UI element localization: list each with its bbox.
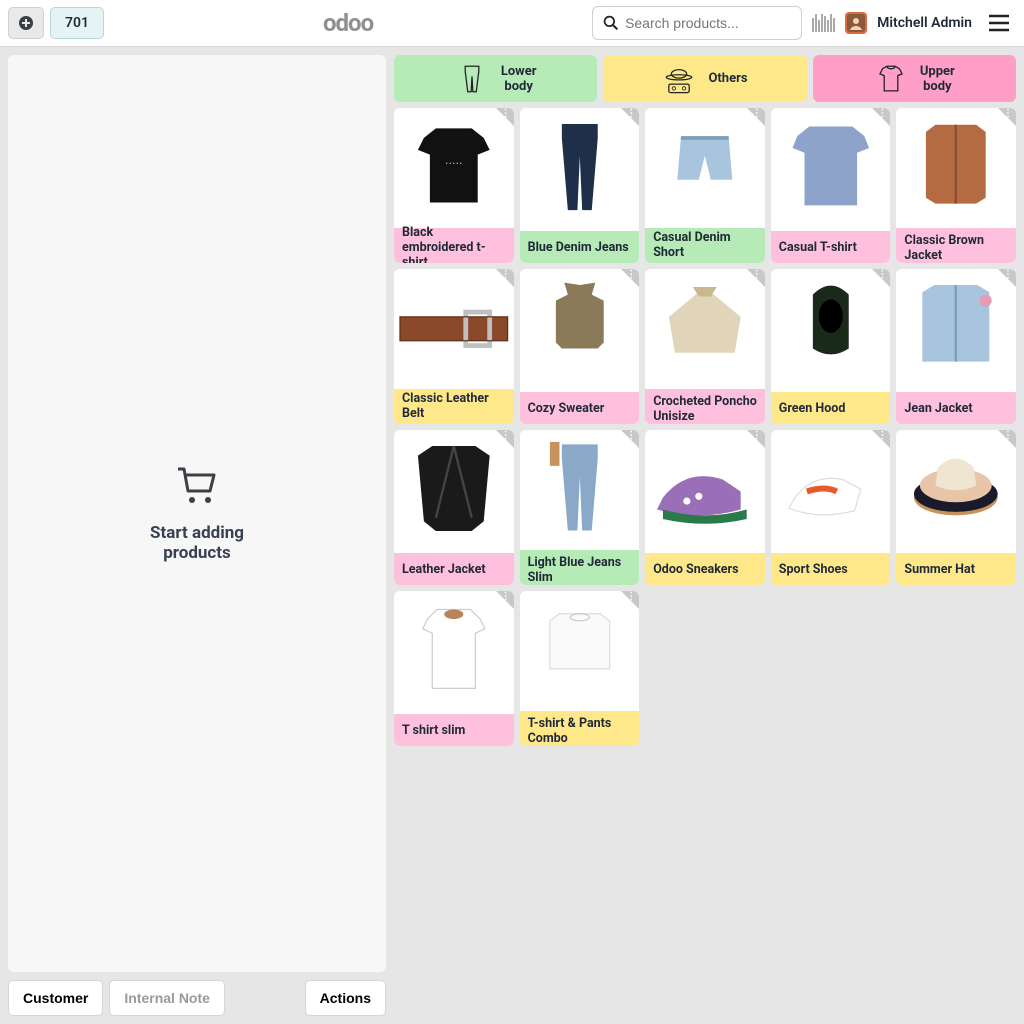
actions-button[interactable]: Actions: [305, 980, 386, 1016]
product-card[interactable]: ⋮ Sport Shoes: [771, 430, 891, 585]
odoo-logo: odoo: [323, 9, 373, 37]
info-icon: ⋮: [877, 109, 887, 119]
svg-text:• • • • •: • • • • •: [446, 160, 462, 167]
product-label: T-shirt & Pants Combo: [520, 711, 640, 746]
info-icon: ⋮: [877, 270, 887, 280]
category-label: Lowerbody: [501, 64, 537, 94]
header-center: odoo: [104, 9, 592, 37]
info-icon: ⋮: [752, 431, 762, 441]
product-card[interactable]: ⋮ Crocheted Poncho Unisize: [645, 269, 765, 424]
search-input-wrap[interactable]: [592, 6, 802, 40]
info-icon: ⋮: [626, 109, 636, 119]
search-icon: [603, 14, 619, 32]
customer-button[interactable]: Customer: [8, 980, 103, 1016]
product-card[interactable]: ⋮ Light Blue Jeans Slim: [520, 430, 640, 585]
info-icon: ⋮: [626, 431, 636, 441]
internal-note-button[interactable]: Internal Note: [109, 980, 225, 1016]
empty-line2: products: [150, 543, 244, 563]
category-label: Others: [708, 71, 747, 86]
product-label: Classic Brown Jacket: [896, 228, 1016, 263]
header-right: Mitchell Admin: [592, 6, 1016, 40]
info-icon: ⋮: [752, 109, 762, 119]
product-grid: ⋮ • • • • • Black embroidered t-shirt ⋮ Blue…: [394, 108, 1016, 746]
product-card[interactable]: ⋮ Blue Denim Jeans: [520, 108, 640, 263]
header: 701 odoo Mitchell Admin: [0, 0, 1024, 47]
product-label: Leather Jacket: [394, 553, 514, 585]
product-card[interactable]: ⋮ Classic Brown Jacket: [896, 108, 1016, 263]
empty-line1: Start adding: [150, 523, 244, 543]
category-upper[interactable]: Upperbody: [813, 55, 1016, 102]
product-label: T shirt slim: [394, 714, 514, 746]
product-label: Crocheted Poncho Unisize: [645, 389, 765, 424]
product-card[interactable]: ⋮ T-shirt & Pants Combo: [520, 591, 640, 746]
category-label: Upperbody: [920, 64, 955, 94]
order-buttons: Customer Internal Note Actions: [8, 980, 386, 1016]
cart-icon: [150, 465, 244, 515]
barcode-icon[interactable]: [812, 14, 835, 32]
info-icon: ⋮: [1003, 270, 1013, 280]
order-number-badge[interactable]: 701: [50, 7, 104, 39]
add-button[interactable]: [8, 7, 44, 39]
product-card[interactable]: ⋮ T shirt slim: [394, 591, 514, 746]
catalog-pane: Lowerbody Others Upperbody ⋮ • • • • • Black…: [394, 47, 1024, 1024]
info-icon: ⋮: [1003, 109, 1013, 119]
product-label: Sport Shoes: [771, 553, 891, 585]
product-card[interactable]: ⋮ Casual Denim Short: [645, 108, 765, 263]
empty-cart-message: Start adding products: [150, 465, 244, 563]
info-icon: ⋮: [752, 270, 762, 280]
product-image: [394, 430, 514, 553]
product-label: Blue Denim Jeans: [520, 231, 640, 263]
product-label: Light Blue Jeans Slim: [520, 550, 640, 585]
product-image: [645, 430, 765, 553]
product-label: Odoo Sneakers: [645, 553, 765, 585]
product-label: Summer Hat: [896, 553, 1016, 585]
product-label: Black embroidered t-shirt: [394, 228, 514, 263]
product-card[interactable]: ⋮ • • • • • Black embroidered t-shirt: [394, 108, 514, 263]
info-icon: ⋮: [626, 270, 636, 280]
info-icon: ⋮: [626, 592, 636, 602]
product-image: [771, 430, 891, 553]
order-area: Start adding products: [8, 55, 386, 972]
product-label: Cozy Sweater: [520, 392, 640, 424]
product-image: [771, 269, 891, 392]
product-image: [771, 108, 891, 231]
category-row: Lowerbody Others Upperbody: [394, 55, 1016, 102]
product-label: Classic Leather Belt: [394, 389, 514, 424]
info-icon: ⋮: [501, 270, 511, 280]
main: Start adding products Customer Internal …: [0, 47, 1024, 1024]
category-others[interactable]: Others: [603, 55, 806, 102]
product-card[interactable]: ⋮ Jean Jacket: [896, 269, 1016, 424]
menu-icon: [988, 14, 1010, 32]
product-image: [520, 269, 640, 392]
order-pane: Start adding products Customer Internal …: [0, 47, 394, 1024]
product-label: Casual T-shirt: [771, 231, 891, 263]
user-name: Mitchell Admin: [877, 15, 972, 31]
product-card[interactable]: ⋮ Cozy Sweater: [520, 269, 640, 424]
product-card[interactable]: ⋮ Odoo Sneakers: [645, 430, 765, 585]
product-label: Jean Jacket: [896, 392, 1016, 424]
info-icon: ⋮: [877, 431, 887, 441]
product-image: [896, 430, 1016, 553]
product-card[interactable]: ⋮ Summer Hat: [896, 430, 1016, 585]
info-icon: ⋮: [501, 109, 511, 119]
search-input[interactable]: [625, 15, 791, 31]
product-image: [520, 108, 640, 231]
product-label: Casual Denim Short: [645, 228, 765, 263]
header-left: 701: [8, 7, 104, 39]
product-image: [394, 591, 514, 714]
plus-circle-icon: [18, 15, 34, 31]
product-label: Green Hood: [771, 392, 891, 424]
hamburger-menu[interactable]: [982, 6, 1016, 40]
info-icon: ⋮: [1003, 431, 1013, 441]
info-icon: ⋮: [501, 431, 511, 441]
product-card[interactable]: ⋮ Casual T-shirt: [771, 108, 891, 263]
info-icon: ⋮: [501, 592, 511, 602]
category-lower[interactable]: Lowerbody: [394, 55, 597, 102]
product-card[interactable]: ⋮ Leather Jacket: [394, 430, 514, 585]
user-avatar[interactable]: [845, 12, 867, 34]
product-image: [896, 269, 1016, 392]
product-card[interactable]: ⋮ Green Hood: [771, 269, 891, 424]
product-card[interactable]: ⋮ Classic Leather Belt: [394, 269, 514, 424]
